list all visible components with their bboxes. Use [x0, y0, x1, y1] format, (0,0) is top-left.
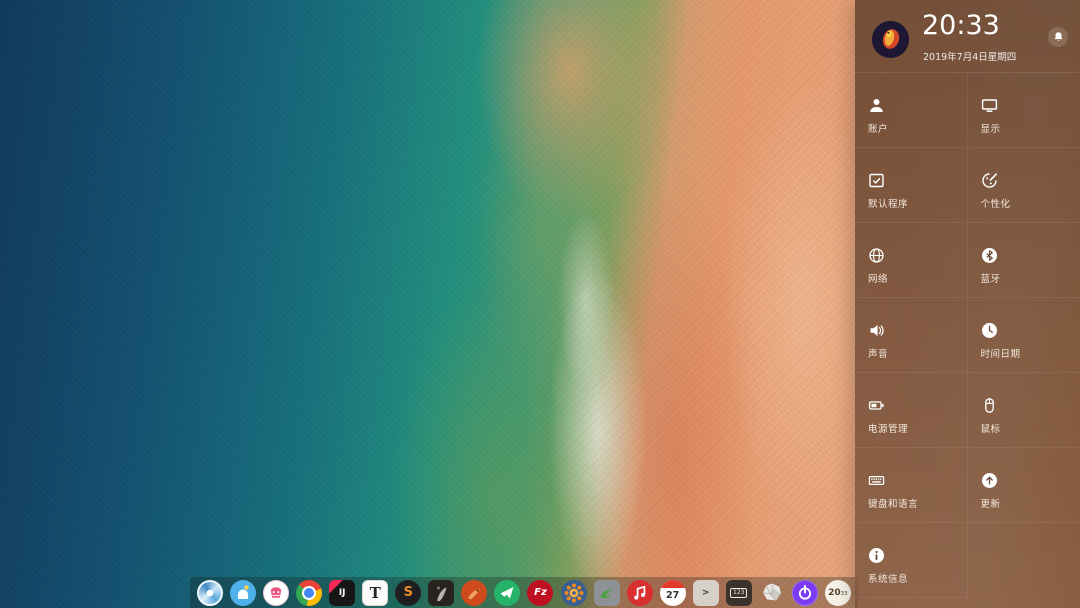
panel-clock: 20:33	[922, 10, 1000, 41]
settings-item-label: 键盘和语言	[868, 496, 967, 510]
personalization-icon	[981, 172, 998, 189]
control-center-panel: 20:33 2019年7月4日星期四 账户	[855, 0, 1080, 608]
bell-icon	[1053, 31, 1064, 43]
dock-clock-hours: 20	[828, 588, 841, 598]
datetime-icon	[981, 322, 998, 339]
user-icon	[868, 97, 885, 114]
settings-item-network[interactable]: 网络	[855, 223, 968, 298]
network-icon	[868, 247, 885, 264]
settings-item-datetime[interactable]: 时间日期	[968, 298, 1080, 373]
power-icon	[868, 397, 885, 414]
settings-grid-empty-cell	[968, 523, 1080, 598]
settings-item-accounts[interactable]: 账户	[855, 73, 968, 148]
shutdown-icon[interactable]	[792, 580, 818, 606]
sublime-label: S	[404, 585, 413, 600]
typora-icon[interactable]: T	[362, 580, 388, 606]
settings-item-keyboard[interactable]: 键盘和语言	[855, 448, 968, 523]
typora-label: T	[370, 584, 381, 602]
crumpled-paper-glyph	[759, 580, 785, 606]
settings-item-personalization[interactable]: 个性化	[968, 148, 1080, 223]
filezilla-label: Fz	[534, 587, 547, 598]
settings-item-label: 电源管理	[868, 421, 967, 435]
settings-item-sound[interactable]: 声音	[855, 298, 968, 373]
gear-app-icon[interactable]	[561, 580, 587, 606]
settings-item-label: 网络	[868, 271, 967, 285]
paper-plane-glyph	[494, 580, 520, 606]
orange-app-glyph	[461, 580, 487, 606]
calendar-header	[660, 580, 686, 588]
settings-item-label: 蓝牙	[981, 271, 1080, 285]
dock-clock-minutes: 33	[841, 591, 848, 597]
notification-button[interactable]	[1048, 27, 1068, 47]
trash-icon[interactable]	[759, 580, 785, 606]
settings-item-label: 显示	[981, 121, 1080, 135]
settings-item-label: 声音	[868, 346, 967, 360]
settings-item-bluetooth[interactable]: 蓝牙	[968, 223, 1080, 298]
settings-item-label: 个性化	[981, 196, 1080, 210]
power-glyph	[793, 580, 817, 606]
settings-grid: 账户 显示 默认程序	[855, 73, 1080, 598]
system-info-icon	[868, 547, 885, 564]
settings-item-label: 账户	[868, 121, 967, 135]
settings-item-label: 更新	[981, 496, 1080, 510]
settings-item-power[interactable]: 电源管理	[855, 373, 968, 448]
terminal-icon[interactable]: >	[693, 580, 719, 606]
sublime-text-icon[interactable]: S	[395, 580, 421, 606]
mouse-icon	[981, 397, 998, 414]
calendar-day: 27	[666, 588, 679, 603]
settings-item-default-apps[interactable]: 默认程序	[855, 148, 968, 223]
keyboard-icon	[868, 472, 885, 489]
music-note-glyph	[627, 580, 653, 606]
settings-item-system-info[interactable]: 系统信息	[855, 523, 968, 598]
orange-app-icon[interactable]	[461, 580, 487, 606]
photo-app-glyph	[428, 580, 454, 606]
bluetooth-icon	[981, 247, 998, 264]
settings-item-label: 默认程序	[868, 196, 967, 210]
desktop: IJ T S Fz	[0, 0, 1080, 608]
keypad-label: 123	[730, 588, 747, 598]
dock: IJ T S Fz	[190, 577, 858, 608]
music-glyph	[264, 580, 288, 606]
default-apps-icon	[868, 172, 885, 189]
filezilla-icon[interactable]: Fz	[527, 580, 553, 606]
settings-item-mouse[interactable]: 鼠标	[968, 373, 1080, 448]
settings-item-label: 鼠标	[981, 421, 1080, 435]
sound-icon	[868, 322, 885, 339]
launcher-icon[interactable]	[197, 580, 223, 606]
chrome-icon[interactable]	[296, 580, 322, 606]
settings-item-label: 时间日期	[981, 346, 1080, 360]
control-center-header: 20:33 2019年7月4日星期四	[855, 0, 1080, 73]
update-icon	[981, 472, 998, 489]
dragon-glyph	[594, 580, 620, 606]
user-avatar[interactable]	[872, 21, 909, 58]
avatar-image	[872, 21, 909, 58]
panel-date: 2019年7月4日星期四	[923, 49, 1016, 63]
calendar-icon[interactable]: 27	[660, 580, 686, 606]
settings-item-label: 系统信息	[868, 571, 967, 585]
dock-clock-icon[interactable]: 20 33	[825, 580, 851, 606]
settings-item-update[interactable]: 更新	[968, 448, 1080, 523]
store-app-icon[interactable]	[230, 580, 256, 606]
display-icon	[981, 97, 998, 114]
store-glyph	[230, 580, 256, 606]
gear-glyph	[561, 580, 587, 606]
music-app-icon[interactable]	[263, 580, 289, 606]
keypad-app-icon[interactable]: 123	[726, 580, 752, 606]
photo-app-icon[interactable]	[428, 580, 454, 606]
music-player-icon[interactable]	[627, 580, 653, 606]
intellij-icon[interactable]: IJ	[329, 580, 355, 606]
terminal-glyph: >	[702, 588, 710, 598]
intellij-label: IJ	[339, 588, 346, 598]
dragon-app-icon[interactable]	[594, 580, 620, 606]
settings-item-display[interactable]: 显示	[968, 73, 1080, 148]
send-app-icon[interactable]	[494, 580, 520, 606]
